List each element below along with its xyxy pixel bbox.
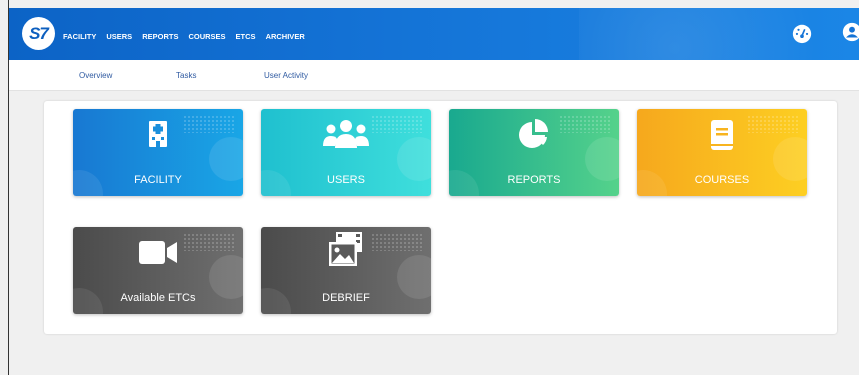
tile-facility-label: FACILITY: [134, 174, 182, 186]
subnav-overview[interactable]: Overview: [79, 71, 112, 80]
pie-chart-icon: [519, 119, 548, 148]
tile-courses[interactable]: COURSES: [637, 109, 807, 196]
book-icon: [711, 120, 733, 150]
tile-available-etcs-label: Available ETCs: [120, 292, 196, 304]
nav-facility[interactable]: FACILITY: [63, 32, 96, 41]
subnav-user-activity[interactable]: User Activity: [264, 71, 308, 80]
tile-reports-label: REPORTS: [507, 174, 561, 186]
tile-courses-label: COURSES: [694, 174, 750, 186]
main-navigation: FACILITY USERS REPORTS COURSES ETCS ARCH…: [63, 32, 315, 41]
tile-reports[interactable]: REPORTS: [449, 109, 619, 196]
users-group-icon: [323, 120, 369, 148]
dashboard-gauge-icon[interactable]: [791, 22, 813, 44]
tile-dots-pattern: [371, 233, 423, 251]
nav-archiver[interactable]: ARCHIVER: [266, 32, 305, 41]
tile-dots-pattern: [747, 115, 799, 133]
user-account-icon[interactable]: [841, 21, 859, 43]
tiles-panel: FACILITY USERS REPORTS COURSES Available…: [44, 101, 837, 334]
sub-navigation: Overview Tasks User Activity: [9, 60, 859, 91]
media-gallery-icon: [329, 232, 362, 266]
tile-dots-pattern: [559, 115, 611, 133]
nav-etcs[interactable]: ETCS: [236, 32, 256, 41]
tile-users[interactable]: USERS: [261, 109, 431, 196]
nav-users[interactable]: USERS: [106, 32, 132, 41]
video-camera-icon: [139, 241, 177, 264]
tile-dots-pattern: [183, 233, 235, 251]
tile-debrief[interactable]: DEBRIEF: [261, 227, 431, 314]
app-logo[interactable]: S7: [22, 17, 55, 50]
tile-facility[interactable]: FACILITY: [73, 109, 243, 196]
tile-dots-pattern: [371, 115, 423, 133]
tile-debrief-label: DEBRIEF: [322, 292, 370, 304]
hospital-building-icon: [149, 121, 167, 147]
tile-users-label: USERS: [327, 174, 365, 186]
top-header-bar: S7 FACILITY USERS REPORTS COURSES ETCS A…: [9, 8, 859, 60]
nav-courses[interactable]: COURSES: [188, 32, 225, 41]
tile-dots-pattern: [183, 115, 235, 133]
tile-available-etcs[interactable]: Available ETCs: [73, 227, 243, 314]
nav-reports[interactable]: REPORTS: [142, 32, 178, 41]
subnav-tasks[interactable]: Tasks: [176, 71, 196, 80]
